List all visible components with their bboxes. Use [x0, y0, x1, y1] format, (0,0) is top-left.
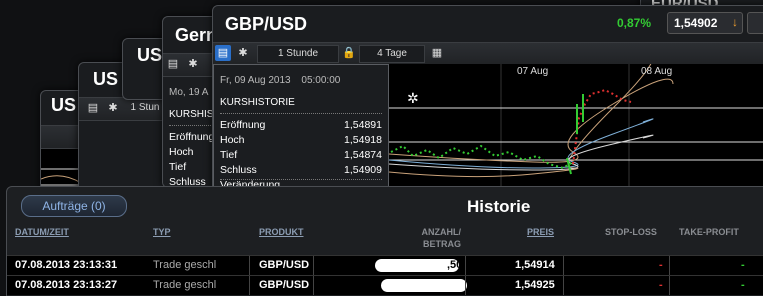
tooltip-value: 1,54909: [344, 164, 382, 176]
history-panel: Aufträge (0) Historie DATUM/ZEIT TYP PRO…: [6, 186, 763, 296]
gear-icon[interactable]: ✱: [235, 45, 251, 61]
cell-price: 1,54925: [515, 279, 555, 291]
orders-tab[interactable]: Aufträge (0): [21, 195, 127, 217]
gear-icon[interactable]: ✱: [105, 100, 121, 116]
tooltip-label-high: Hoch: [169, 146, 194, 158]
ohlc-tooltip: Fr, 09 Aug 2013 05:00:00 KURSHISTORIE Er…: [213, 64, 389, 192]
cell-price: 1,54914: [515, 259, 555, 271]
cell-product: GBP/USD: [259, 259, 310, 271]
col-header-datetime[interactable]: DATUM/ZEIT: [15, 227, 69, 237]
tooltip-label: Hoch: [220, 134, 245, 146]
interval-dropdown[interactable]: 1 Stunde: [257, 45, 339, 63]
panel-title: Historie: [467, 197, 531, 216]
cell-amount: ,50: [447, 259, 463, 271]
cell-datetime: 07.08.2013 23:13:31: [15, 259, 118, 271]
redacted-amount: [381, 279, 467, 292]
col-header-takeprofit: TAKE-PROFIT: [679, 227, 739, 237]
cell-datetime: 07.08.2013 23:13:27: [15, 279, 118, 291]
cell-type: Trade geschl: [153, 279, 217, 291]
current-price: 1,54902: [674, 16, 718, 30]
tooltip-value: 1,54874: [344, 149, 382, 161]
tooltip-date: Fr, 09 Aug 2013: [220, 75, 291, 86]
gear-icon[interactable]: ✱: [185, 56, 201, 72]
tooltip-label-low: Tief: [169, 161, 187, 173]
tooltip-label: Schluss: [220, 164, 257, 176]
interval-dropdown[interactable]: 1 Stun: [125, 100, 165, 116]
chart-window-gbpusd[interactable]: GBP/USD 0,87% 1,54902 ↓ ▤ ✱ 1 Stunde 🔒 4…: [212, 5, 763, 197]
col-header-amount-line1: ANZAHL/: [421, 227, 462, 237]
cell-stoploss: -: [659, 279, 663, 291]
col-header-stoploss: STOP-LOSS: [605, 227, 657, 237]
tooltip-value: 1,54918: [344, 134, 382, 146]
table-row[interactable]: 07.08.2013 23:13:27 Trade geschl GBP/USD…: [7, 275, 763, 295]
price-change: 0,87%: [617, 16, 652, 30]
calendar-icon[interactable]: ▦: [429, 45, 445, 61]
chart-list-icon[interactable]: ▤: [85, 100, 101, 116]
window-title: Gern: [175, 25, 218, 45]
trade-button[interactable]: [747, 12, 763, 34]
arrow-down-icon: ↓: [732, 15, 738, 29]
col-header-product[interactable]: PRODUKT: [259, 227, 304, 237]
price-box[interactable]: 1,54902 ↓: [667, 12, 743, 34]
cell-takeprofit: -: [741, 259, 745, 271]
window-title: GBP/USD: [225, 14, 308, 34]
tooltip-label-open: Eröffnung: [169, 131, 215, 143]
cell-product: GBP/USD: [259, 279, 310, 291]
table-row[interactable]: 07.08.2013 23:13:31 Trade geschl GBP/USD…: [7, 255, 763, 275]
cell-stoploss: -: [659, 259, 663, 271]
window-title: US: [137, 45, 163, 65]
tooltip-date: Mo, 19 A: [169, 87, 209, 98]
cell-takeprofit: -: [741, 279, 745, 291]
date-label-07aug: 07 Aug: [517, 66, 549, 77]
date-label-08aug: 08 Aug: [641, 66, 673, 77]
cell-type: Trade geschl: [153, 259, 217, 271]
tooltip-label: Tief: [220, 149, 238, 161]
col-header-amount: ANZAHL/ BETRAG: [415, 227, 462, 249]
col-header-amount-line2: BETRAG: [423, 239, 461, 249]
lock-icon[interactable]: 🔒: [341, 45, 357, 61]
chart-list-icon[interactable]: ▤: [215, 45, 231, 61]
range-dropdown[interactable]: 4 Tage: [359, 45, 425, 63]
crosshair-icon: ✲: [407, 90, 419, 106]
tooltip-label: Eröffnung: [220, 119, 266, 131]
tooltip-time: 05:00:00: [301, 75, 341, 86]
tooltip-value: 1,54891: [344, 119, 382, 131]
desktop: EUR/USD US ▤ ✱ US 30 - C ▤ ✱ 1 Stun US: [0, 0, 763, 296]
window-title: US: [51, 95, 77, 115]
chart-list-icon[interactable]: ▤: [165, 56, 181, 72]
tooltip-heading: KURSHISTORIE: [220, 97, 295, 108]
col-header-type[interactable]: TYP: [153, 227, 171, 237]
col-header-price[interactable]: PREIS: [527, 227, 554, 237]
